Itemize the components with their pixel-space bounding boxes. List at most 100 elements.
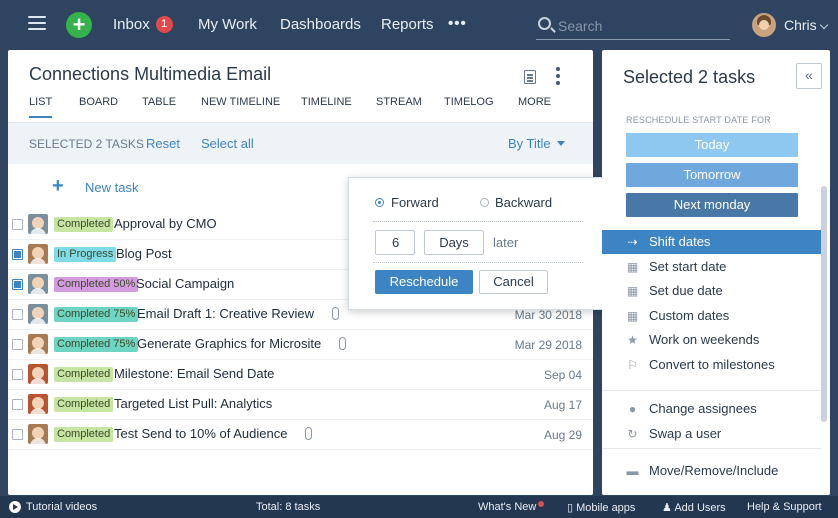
tab-timelog[interactable]: TIMELOG: [444, 96, 494, 108]
attachment-icon: [305, 427, 312, 440]
status-badge: Completed: [54, 427, 114, 442]
backward-radio[interactable]: [480, 198, 489, 207]
task-checkbox[interactable]: [12, 279, 23, 290]
tab-stream[interactable]: STREAM: [376, 96, 422, 108]
cancel-button[interactable]: Cancel: [479, 270, 548, 294]
task-checkbox[interactable]: [12, 219, 23, 230]
menu-item-label: Custom dates: [649, 307, 730, 323]
backward-label[interactable]: Backward: [495, 195, 552, 210]
due-date: Aug 17: [543, 398, 582, 412]
menu-item-work-on-weekends[interactable]: ★ Work on weekends: [602, 328, 822, 352]
table-row[interactable]: Completed Targeted List Pull: Analytics Au…: [8, 390, 593, 420]
tab-more[interactable]: MORE: [518, 96, 551, 108]
more-nav-icon[interactable]: •••: [448, 15, 467, 32]
today-button[interactable]: Today: [626, 133, 798, 157]
user-name[interactable]: Chris: [784, 0, 817, 50]
collapse-panel-button[interactable]: «: [796, 63, 822, 89]
table-row[interactable]: Completed Test Send to 10% of Audience Aug…: [8, 420, 593, 450]
task-name[interactable]: Email Draft 1: Creative Review: [137, 306, 314, 321]
mobile-apps-link[interactable]: ▯ Mobile apps: [567, 501, 635, 514]
task-checkbox[interactable]: [12, 339, 23, 350]
due-date: Sep 04: [543, 368, 582, 382]
table-row[interactable]: Completed Milestone: Email Send Date Sep 0…: [8, 360, 593, 390]
nav-inbox-label: Inbox: [113, 16, 150, 33]
play-icon[interactable]: [9, 501, 21, 513]
task-name[interactable]: Targeted List Pull: Analytics: [114, 396, 272, 411]
selection-bar: SELECTED 2 TASKS Reset Select all By Tit…: [8, 122, 593, 164]
tutorial-videos-link[interactable]: Tutorial videos: [26, 501, 97, 513]
project-title: Connections Multimedia Email: [29, 64, 272, 84]
menu-item-change-assignees[interactable]: ● Change assignees: [602, 397, 822, 421]
nav-inbox[interactable]: Inbox 1: [113, 0, 173, 50]
create-button[interactable]: +: [66, 12, 92, 38]
tab-board[interactable]: BOARD: [79, 96, 118, 108]
reset-link[interactable]: Reset: [146, 136, 180, 151]
assignee-avatar: [28, 304, 48, 324]
next-monday-button[interactable]: Next monday: [626, 193, 798, 217]
status-badge: Completed: [54, 217, 114, 232]
search-icon: [538, 17, 551, 30]
forward-radio[interactable]: [375, 198, 384, 207]
mobile-apps-label: Mobile apps: [576, 502, 636, 514]
add-users-link[interactable]: ♟ Add Users: [662, 501, 726, 514]
task-name[interactable]: Social Campaign: [136, 276, 234, 291]
status-badge: Completed 50%: [54, 277, 139, 292]
menu-item-shift-dates[interactable]: ⇢ Shift dates: [602, 230, 822, 254]
assignee-avatar: [28, 244, 48, 264]
whats-new-link[interactable]: What's New: [478, 501, 545, 513]
task-name[interactable]: Approval by CMO: [114, 216, 217, 231]
chevron-down-icon[interactable]: [819, 20, 829, 30]
menu-item-set-start-date[interactable]: ▦ Set start date: [602, 255, 822, 279]
panel-scrollbar[interactable]: [821, 186, 827, 422]
attachment-icon: [332, 307, 339, 320]
menu-item-set-due-date[interactable]: ▦ Set due date: [602, 279, 822, 303]
menu-item-label: Move/Remove/Include: [649, 463, 779, 478]
due-date: Aug 29: [543, 428, 582, 442]
sort-dropdown[interactable]: By Title: [508, 136, 565, 151]
menu-item-move-remove-include[interactable]: ▬ Move/Remove/Include: [602, 459, 822, 483]
menu-item-label: Shift dates: [649, 234, 711, 249]
task-name[interactable]: Generate Graphics for Microsite: [137, 336, 321, 351]
table-row[interactable]: Completed 75% Generate Graphics for Micro…: [8, 330, 593, 360]
nav-my-work[interactable]: My Work: [198, 0, 257, 50]
menu-item-convert-to-milestones[interactable]: ⚐ Convert to milestones: [602, 353, 822, 377]
task-name[interactable]: Milestone: Email Send Date: [114, 366, 274, 381]
task-checkbox[interactable]: [12, 429, 23, 440]
tab-new-timeline[interactable]: NEW TIMELINE: [201, 96, 280, 108]
task-name[interactable]: Blog Post: [116, 246, 172, 261]
task-checkbox[interactable]: [12, 309, 23, 320]
shift-unit-select[interactable]: Days: [424, 230, 484, 255]
divider: [602, 448, 822, 449]
document-icon[interactable]: [524, 70, 536, 84]
user-avatar[interactable]: [752, 13, 776, 37]
popover-pointer: [608, 237, 615, 251]
menu-item-custom-dates[interactable]: ▦ Custom dates: [602, 304, 822, 328]
tomorrow-button[interactable]: Tomorrow: [626, 163, 798, 187]
menu-item-label: Work on weekends: [649, 332, 760, 347]
more-options-icon[interactable]: [556, 67, 560, 85]
tab-table[interactable]: TABLE: [142, 96, 176, 108]
help-support-link[interactable]: Help & Support: [747, 501, 822, 513]
shift-dates-popover: Forward Backward 6 Days later Reschedule…: [348, 177, 608, 310]
tab-list[interactable]: LIST: [29, 96, 53, 118]
forward-label[interactable]: Forward: [391, 195, 439, 210]
select-all-link[interactable]: Select all: [201, 136, 254, 151]
task-checkbox[interactable]: [12, 399, 23, 410]
new-task-label: New task: [85, 180, 139, 195]
nav-dashboards[interactable]: Dashboards: [280, 0, 361, 50]
search-box: [536, 12, 730, 40]
status-badge: Completed 75%: [54, 307, 139, 322]
menu-item-icon: ⇢: [627, 235, 638, 249]
task-checkbox[interactable]: [12, 369, 23, 380]
task-name[interactable]: Test Send to 10% of Audience: [114, 426, 287, 441]
task-checkbox[interactable]: [12, 249, 23, 260]
reschedule-button[interactable]: Reschedule: [375, 270, 473, 294]
selected-tasks-panel: Selected 2 tasks « RESCHEDULE START DATE…: [602, 50, 830, 495]
tab-timeline[interactable]: TIMELINE: [301, 96, 352, 108]
menu-icon[interactable]: [28, 16, 46, 32]
menu-item-swap-a-user[interactable]: ↻ Swap a user: [602, 422, 822, 446]
shift-amount-input[interactable]: 6: [375, 230, 415, 255]
search-input[interactable]: [558, 16, 718, 36]
nav-reports[interactable]: Reports: [381, 0, 434, 50]
menu-item-icon: ★: [627, 333, 638, 347]
